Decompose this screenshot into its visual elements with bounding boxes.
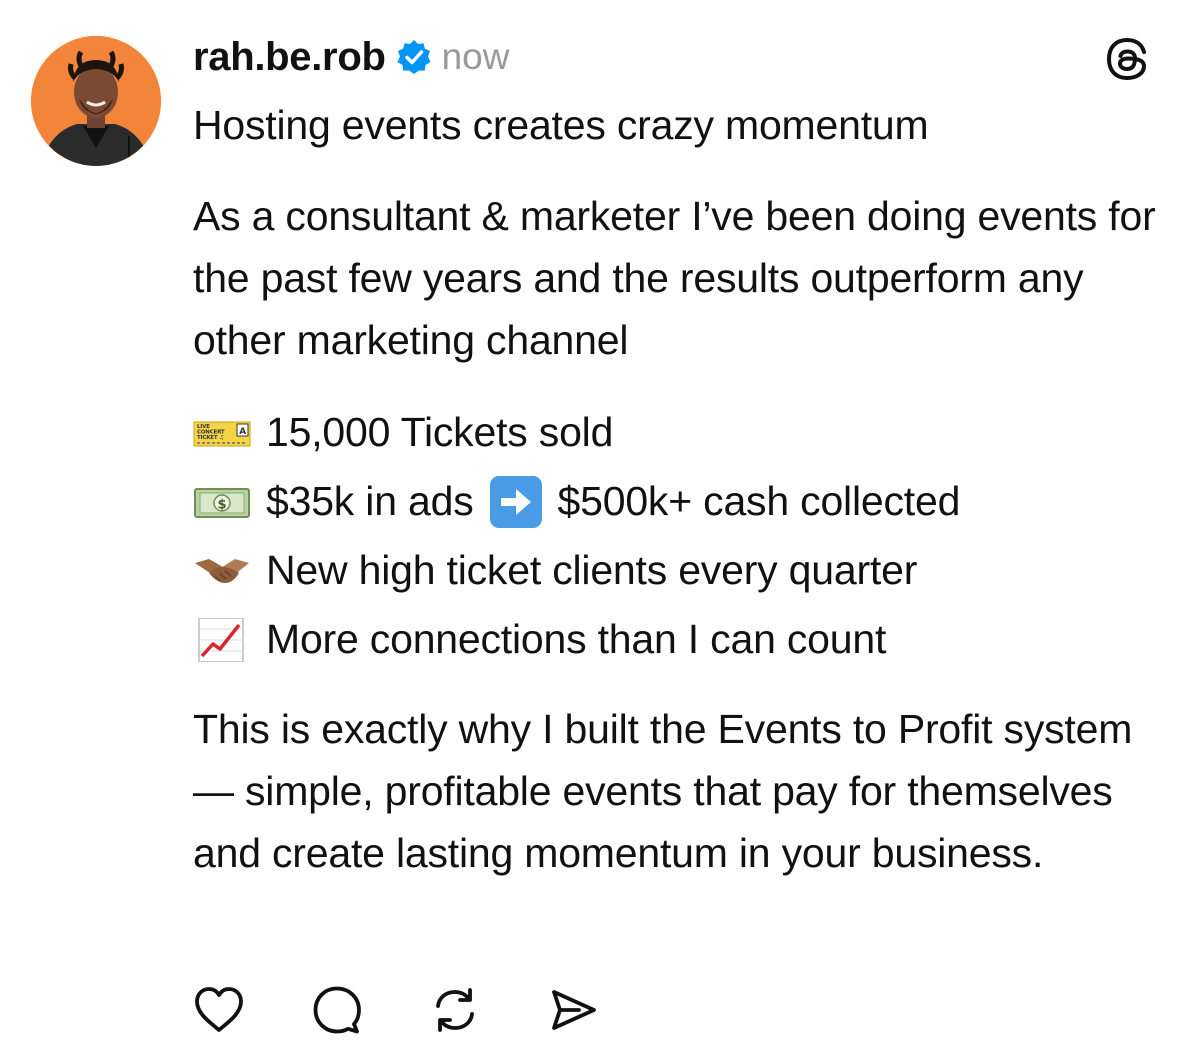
like-button[interactable] [190, 981, 248, 1039]
post-action-bar [190, 980, 602, 1040]
share-button[interactable] [544, 981, 602, 1039]
verified-badge-icon [396, 39, 432, 75]
post-paragraph-1: As a consultant & marketer I’ve been doi… [193, 193, 1156, 363]
list-item-text-before: $35k in ads [266, 478, 474, 524]
ticket-icon: LIVE CONCERT TICKET ♫ A [193, 411, 251, 455]
post-timestamp: now [441, 36, 510, 77]
chart-increasing-icon [193, 617, 251, 662]
threads-logo-icon[interactable] [1104, 36, 1150, 82]
list-item: $ $35k in ads $500k+ cash collected [193, 467, 1173, 536]
ticket-text-line3: TICKET ♫ [197, 435, 224, 441]
profile-photo [31, 36, 161, 166]
list-item-text: 15,000 Tickets sold [266, 409, 614, 455]
ticket-seat-letter: A [239, 427, 246, 437]
money-icon: $ [193, 480, 251, 524]
post-header: rah.be.rob now [193, 32, 509, 82]
list-item-text: New high ticket clients every quarter [266, 547, 918, 593]
repost-button[interactable] [426, 981, 484, 1039]
handshake-icon [193, 549, 251, 593]
list-item: LIVE CONCERT TICKET ♫ A 15,000 Tickets s… [193, 398, 1173, 467]
avatar[interactable] [31, 36, 161, 166]
money-dollar-sign: $ [218, 497, 227, 512]
send-icon [552, 990, 596, 1030]
post-headline: Hosting events creates crazy momentum [193, 102, 929, 148]
list-item-text-after: $500k+ cash collected [557, 478, 961, 524]
post-paragraph-2: This is exactly why I built the Events t… [193, 706, 1133, 876]
username-link[interactable]: rah.be.rob [193, 35, 386, 80]
reply-button[interactable] [308, 981, 366, 1039]
highlights-list: LIVE CONCERT TICKET ♫ A 15,000 Tickets s… [193, 398, 1173, 674]
heart-icon [195, 987, 243, 1032]
list-item: More connections than I can count [193, 605, 1173, 674]
right-arrow-icon [488, 474, 544, 530]
list-item-text: More connections than I can count [266, 616, 887, 662]
comment-icon [313, 986, 361, 1034]
repost-icon [436, 988, 474, 1032]
list-item: New high ticket clients every quarter [193, 536, 1173, 605]
